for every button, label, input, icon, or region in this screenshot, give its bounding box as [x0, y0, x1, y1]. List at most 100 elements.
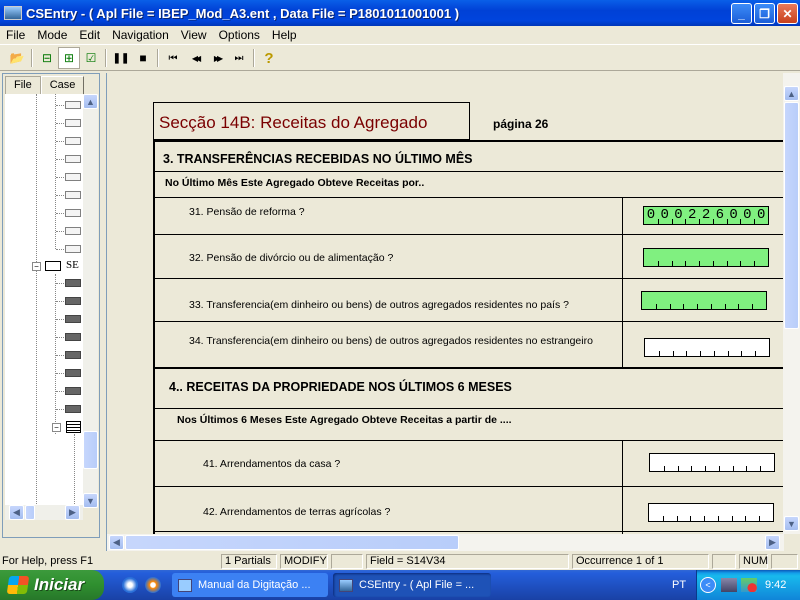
- status-mode: MODIFY: [280, 554, 328, 569]
- taskbar-item-csentry[interactable]: CSEntry - ( Apl File = ...: [333, 573, 491, 597]
- pause-icon: ❚❚: [112, 52, 130, 64]
- menu-file[interactable]: File: [0, 28, 31, 42]
- help-button[interactable]: ?: [258, 47, 280, 69]
- network-icon[interactable]: [721, 578, 737, 592]
- tree-field-node[interactable]: [65, 405, 81, 413]
- add-case-button[interactable]: ⊟: [36, 47, 58, 69]
- scroll-up-button[interactable]: ▲: [83, 94, 98, 109]
- digit-cell: 6: [713, 207, 728, 224]
- question-34-field[interactable]: [644, 338, 770, 357]
- collapse-toggle[interactable]: −: [52, 423, 61, 432]
- question-32-label: 32. Pensão de divórcio ou de alimentação…: [189, 252, 394, 264]
- tree-field-node[interactable]: [65, 191, 81, 199]
- tree-field-node[interactable]: [65, 227, 81, 235]
- scroll-thumb[interactable]: [125, 535, 459, 550]
- tree-field-node[interactable]: [65, 173, 81, 181]
- scroll-thumb[interactable]: [784, 102, 799, 329]
- case-tree-panel: File Case − SE − ▲ ▼ ◀ ▶: [2, 73, 100, 538]
- tree-field-node[interactable]: [65, 209, 81, 217]
- outlook-express-icon[interactable]: [122, 577, 138, 593]
- column-divider: [622, 197, 623, 367]
- chevron-up-icon: ▲: [86, 96, 95, 107]
- taskbar-item-word[interactable]: Manual da Digitação ...: [172, 573, 328, 597]
- minimize-icon: _: [738, 6, 745, 21]
- previous-icon: ◀◀: [191, 53, 201, 63]
- window-title: CSEntry - ( Apl File = IBEP_Mod_A3.ent ,…: [26, 5, 460, 21]
- toolbar-separator: [31, 49, 33, 67]
- clock[interactable]: 9:42: [765, 579, 786, 591]
- previous-button[interactable]: ◀◀: [184, 47, 206, 69]
- tree-field-node[interactable]: [65, 315, 81, 323]
- case-tree[interactable]: − SE −: [5, 94, 85, 508]
- question-33-field[interactable]: [641, 291, 767, 310]
- last-button[interactable]: ⏭: [228, 47, 250, 69]
- toolbar-separator: [105, 49, 107, 67]
- open-button[interactable]: 📂: [6, 47, 28, 69]
- tree-field-node[interactable]: [65, 333, 81, 341]
- first-button[interactable]: ⏮: [162, 47, 184, 69]
- menu-options[interactable]: Options: [213, 28, 266, 42]
- tree-field-node[interactable]: [65, 351, 81, 359]
- network-disconnected-icon[interactable]: [741, 578, 757, 592]
- windows-logo-icon: [6, 576, 30, 594]
- question-42-field[interactable]: [648, 503, 774, 522]
- minimize-button[interactable]: _: [731, 3, 752, 24]
- close-button[interactable]: ✕: [777, 3, 798, 24]
- verify-button[interactable]: ☑: [80, 47, 102, 69]
- menu-view[interactable]: View: [175, 28, 213, 42]
- scroll-up-button[interactable]: ▲: [784, 86, 799, 101]
- tree-field-node[interactable]: [65, 369, 81, 377]
- question-33-label: 33. Transferencia(em dinheiro ou bens) d…: [189, 299, 569, 311]
- question-32-field[interactable]: [643, 248, 769, 267]
- tree-field-node[interactable]: [65, 245, 81, 253]
- scroll-down-button[interactable]: ▼: [784, 516, 799, 531]
- start-button[interactable]: Iniciar: [0, 570, 104, 600]
- chevron-down-icon: ▼: [787, 518, 796, 529]
- collapse-toggle[interactable]: −: [32, 262, 41, 271]
- tab-file[interactable]: File: [5, 76, 41, 94]
- roster-icon[interactable]: [66, 421, 81, 433]
- question-34-label: 34. Transferencia(em dinheiro ou bens) d…: [189, 335, 593, 347]
- tree-field-node[interactable]: [65, 155, 81, 163]
- form-vertical-scrollbar[interactable]: ▲ ▼: [783, 73, 800, 534]
- tree-node-label: SE: [66, 259, 79, 271]
- menu-navigation[interactable]: Navigation: [106, 28, 175, 42]
- chevron-left-icon: ◀: [13, 507, 20, 517]
- menu-edit[interactable]: Edit: [73, 28, 106, 42]
- scroll-down-button[interactable]: ▼: [83, 493, 98, 508]
- form-horizontal-scrollbar[interactable]: ◀ ▶: [107, 534, 784, 551]
- pause-button[interactable]: ❚❚: [110, 47, 132, 69]
- scroll-left-button[interactable]: ◀: [109, 535, 124, 550]
- menu-bar: File Mode Edit Navigation View Options H…: [0, 26, 800, 45]
- scroll-right-button[interactable]: ▶: [765, 535, 780, 550]
- show-hidden-icons-button[interactable]: <: [700, 577, 716, 593]
- media-player-icon[interactable]: [145, 577, 161, 593]
- tree-field-node[interactable]: [65, 297, 81, 305]
- scroll-right-button[interactable]: ▶: [65, 505, 80, 520]
- tree-field-node[interactable]: [65, 279, 81, 287]
- chevron-right-icon: ▶: [769, 537, 776, 547]
- section-heading: 3. TRANSFERÊNCIAS RECEBIDAS NO ÚLTIMO MÊ…: [163, 152, 473, 166]
- menu-help[interactable]: Help: [266, 28, 303, 42]
- menu-mode[interactable]: Mode: [31, 28, 73, 42]
- restore-button[interactable]: ❐: [754, 3, 775, 24]
- scroll-left-button[interactable]: ◀: [9, 505, 24, 520]
- tree-field-node[interactable]: [65, 101, 81, 109]
- tree-field-node[interactable]: [65, 387, 81, 395]
- tree-horizontal-scrollbar[interactable]: ◀ ▶: [5, 505, 83, 520]
- tree-field-node[interactable]: [65, 137, 81, 145]
- insert-node-button[interactable]: ⊞: [58, 47, 80, 69]
- question-41-field[interactable]: [649, 453, 775, 472]
- question-31-field[interactable]: 000226000: [643, 206, 769, 225]
- scroll-thumb[interactable]: [25, 505, 35, 520]
- tab-case[interactable]: Case: [40, 76, 85, 94]
- next-button[interactable]: ▶▶: [206, 47, 228, 69]
- scroll-thumb[interactable]: [83, 431, 98, 469]
- taskbar: Iniciar Manual da Digitação ... CSEntry …: [0, 570, 800, 600]
- tree-field-node[interactable]: [65, 119, 81, 127]
- language-indicator[interactable]: PT: [672, 579, 686, 591]
- tree-vertical-scrollbar[interactable]: ▲ ▼: [83, 94, 98, 508]
- divider: [153, 486, 783, 487]
- stop-button[interactable]: ■: [132, 47, 154, 69]
- tree-section-node[interactable]: [45, 261, 61, 271]
